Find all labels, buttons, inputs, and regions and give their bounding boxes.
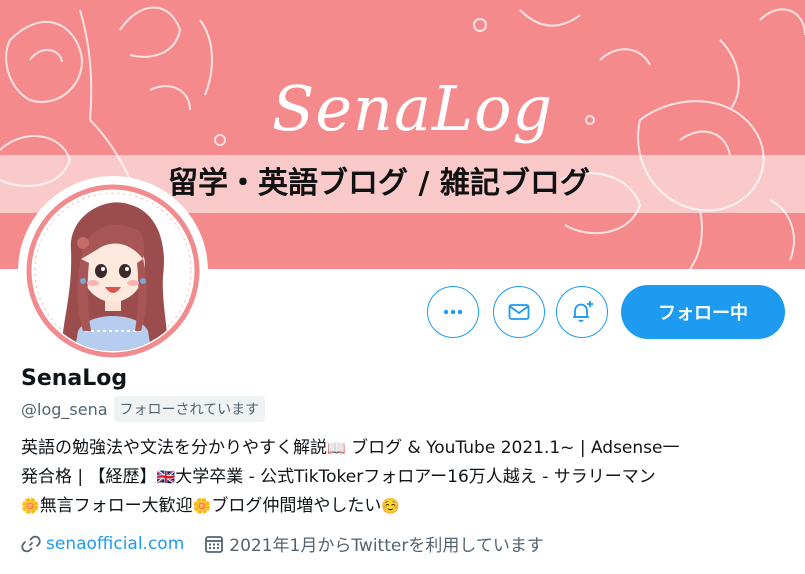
- profile-meta: senaofficial.com 2021年1月からTwitterを利用していま…: [21, 531, 564, 556]
- follows-you-badge: フォローされています: [113, 396, 266, 422]
- banner-tagline: 留学・英語ブログ / 雑記ブログ: [168, 166, 590, 201]
- uk-flag-emoji: 🇬🇧: [156, 468, 176, 486]
- user-handle: @log_sena: [21, 399, 108, 419]
- website-link[interactable]: senaofficial.com: [46, 534, 184, 554]
- join-date: 2021年1月からTwitterを利用しています: [204, 531, 544, 556]
- calendar-icon: [205, 535, 224, 553]
- bio-line-1: 英語の勉強法や文法を分かりやすく解説📖 ブログ & YouTube 2021.1…: [21, 438, 680, 458]
- book-emoji: 📖: [327, 439, 346, 457]
- display-name: SenaLog: [21, 366, 128, 391]
- bio: 英語の勉強法や文法を分かりやすく解説📖 ブログ & YouTube 2021.1…: [21, 434, 791, 521]
- profile-page: SenaLog 留学・英語ブログ / 雑記ブログ フォロー中 SenaLog @…: [0, 0, 805, 574]
- avatar-illustration: [25, 183, 201, 359]
- mail-icon: [508, 304, 530, 320]
- link-icon: [21, 535, 41, 552]
- more-icon: [443, 309, 463, 315]
- more-button[interactable]: [427, 286, 479, 338]
- website[interactable]: senaofficial.com: [21, 534, 184, 554]
- message-button[interactable]: [493, 286, 545, 338]
- bell-plus-icon: [573, 301, 593, 322]
- bio-line-3: 🌼無言フォロー大歓迎🌼ブログ仲間増やしたい☺️: [21, 496, 401, 516]
- joined-text: 2021年1月からTwitterを利用しています: [229, 536, 544, 556]
- bio-line-2: 発合格 | 【経歴】🇬🇧大学卒業 - 公式TikTokerフォロアー16万人越え…: [21, 467, 656, 487]
- flower-emoji: 🌼: [21, 497, 40, 515]
- handle-row: @log_sena フォローされています: [21, 396, 266, 422]
- notifications-button[interactable]: [556, 286, 608, 338]
- banner-logo: SenaLog: [271, 72, 554, 145]
- following-button[interactable]: フォロー中: [621, 285, 785, 339]
- flower-emoji: 🌼: [192, 497, 212, 515]
- avatar[interactable]: [19, 177, 207, 365]
- smile-emoji: ☺️: [381, 497, 401, 515]
